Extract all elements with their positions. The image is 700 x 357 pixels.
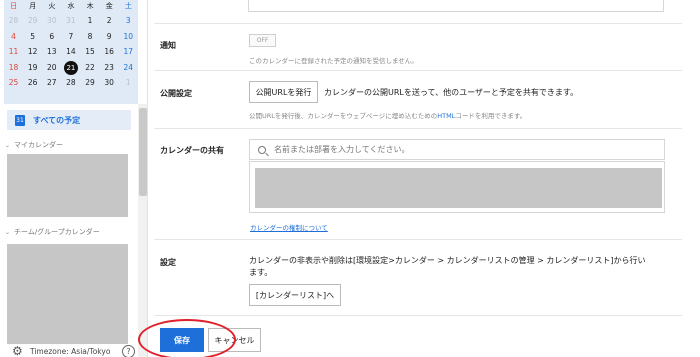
calendar-day[interactable]: 30 [100, 75, 119, 91]
team-calendars-label: チーム/グループカレンダー [14, 228, 100, 236]
calendar-week-row: 28 29 30 31 1 2 3 [4, 13, 138, 29]
calendar-day[interactable]: 5 [23, 29, 42, 45]
calendar-day[interactable]: 16 [100, 44, 119, 60]
calendar-day[interactable]: 17 [119, 44, 138, 60]
calendar-day[interactable]: 28 [4, 13, 23, 29]
divider [154, 128, 682, 129]
timezone-label: Timezone: Asia/Tokyo [30, 347, 111, 356]
calendar-day[interactable]: 8 [81, 29, 100, 45]
notify-description: このカレンダーに登録された予定の通知を受信しません。 [249, 57, 418, 65]
sidebar: 日月火水木金土 28 29 30 31 1 2 3 4 5 6 7 8 9 10 11 12 13 14 15 16 1… [0, 0, 148, 357]
calendar-day[interactable]: 25 [4, 75, 23, 91]
chevron-down-icon: ⌄ [5, 228, 11, 236]
calendar-day[interactable]: 27 [42, 75, 61, 91]
divider [154, 315, 682, 316]
calendar-day[interactable]: 19 [23, 60, 42, 76]
calendar-day[interactable]: 9 [100, 29, 119, 45]
team-calendars-section[interactable]: ⌄ チーム/グループカレンダー [5, 227, 100, 237]
weekday-label: 木 [86, 2, 94, 10]
public-note-text-end: コードを利用できます。 [455, 112, 527, 120]
public-label: 公開設定 [160, 89, 192, 98]
share-list-placeholder [255, 168, 662, 208]
public-note-html: HTML [437, 112, 456, 120]
calendar-icon: 31 [15, 114, 25, 126]
calendar-day[interactable]: 29 [81, 75, 100, 91]
calendar-day[interactable]: 23 [100, 60, 119, 76]
public-note: 公開URLを発行後、カレンダーをウェブページに埋め込むためのHTMLコードを利用… [249, 110, 526, 120]
calendar-permission-link[interactable]: カレンダーの権制について [250, 222, 328, 232]
description-textarea[interactable] [248, 0, 664, 12]
share-list-box [249, 161, 665, 213]
calendar-day[interactable]: 12 [23, 44, 42, 60]
sidebar-scrollbar[interactable] [138, 104, 147, 357]
weekday-label: 月 [29, 2, 37, 10]
notify-label: 通知 [160, 41, 176, 50]
calendar-day[interactable]: 13 [42, 44, 61, 60]
settings-panel: 通知 OFF このカレンダーに登録された予定の通知を受信しません。 公開設定 公… [148, 0, 700, 357]
cancel-button[interactable]: キャンセル [208, 328, 261, 352]
weekday-label: 日 [10, 2, 18, 10]
calendar-day[interactable]: 20 [42, 60, 61, 76]
calendar-day[interactable]: 2 [100, 13, 119, 29]
calendar-day[interactable]: 28 [61, 75, 80, 91]
calendar-day[interactable]: 22 [81, 60, 100, 76]
calendar-day[interactable]: 30 [42, 13, 61, 29]
weekday-label: 土 [124, 2, 132, 10]
config-text-line2: ます。 [249, 268, 273, 277]
my-calendars-label: マイカレンダー [14, 141, 64, 149]
calendar-day[interactable]: 15 [81, 44, 100, 60]
app-root: 日月火水木金土 28 29 30 31 1 2 3 4 5 6 7 8 9 10 11 12 13 14 15 16 1… [0, 0, 700, 357]
calendar-day[interactable]: 31 [61, 13, 80, 29]
calendar-grid: 28 29 30 31 1 2 3 4 5 6 7 8 9 10 11 12 13 14 15 16 17 18 19 20 2… [4, 13, 138, 91]
save-button[interactable]: 保存 [160, 328, 204, 352]
calendar-list-button[interactable]: [カレンダーリスト]へ [249, 284, 341, 306]
my-calendars-list-placeholder [7, 154, 128, 217]
search-icon [258, 145, 266, 154]
share-search-input[interactable] [274, 145, 654, 154]
share-search-box[interactable] [249, 139, 665, 160]
calendar-day[interactable]: 6 [42, 29, 61, 45]
team-calendars-list-placeholder [7, 244, 128, 344]
calendar-day[interactable]: 1 [119, 75, 138, 91]
calendar-day[interactable]: 26 [23, 75, 42, 91]
issue-public-url-button[interactable]: 公開URLを発行 [249, 81, 318, 103]
all-schedules-item[interactable]: 31 すべての予定 [7, 110, 131, 130]
divider [154, 239, 682, 240]
calendar-week-row: 25 26 27 28 29 30 1 [4, 75, 138, 91]
calendar-day[interactable]: 29 [23, 13, 42, 29]
public-description: カレンダーの公開URLを送って、他のユーザーと予定を共有できます。 [324, 88, 579, 97]
divider [154, 23, 682, 24]
calendar-week-row: 18 19 20 21 22 23 24 [4, 60, 138, 76]
calendar-day-today[interactable]: 21 [61, 60, 80, 76]
calendar-day[interactable]: 24 [119, 60, 138, 76]
mini-calendar: 日月火水木金土 28 29 30 31 1 2 3 4 5 6 7 8 9 10 11 12 13 14 15 16 1… [4, 0, 138, 104]
calendar-day[interactable]: 4 [4, 29, 23, 45]
calendar-day[interactable]: 3 [119, 13, 138, 29]
weekday-label: 金 [105, 2, 113, 10]
help-icon[interactable]: ? [122, 345, 135, 357]
chevron-down-icon: ⌄ [5, 141, 11, 149]
calendar-week-row: 11 12 13 14 15 16 17 [4, 44, 138, 60]
weekday-label: 火 [48, 2, 56, 10]
config-text-line1: カレンダーの非表示や削除は[環境設定>カレンダー > カレンダーリストの管理 >… [249, 256, 646, 265]
calendar-week-row: 4 5 6 7 8 9 10 [4, 29, 138, 45]
calendar-weekday-header: 日月火水木金土 [4, 0, 138, 13]
calendar-day[interactable]: 1 [81, 13, 100, 29]
calendar-day[interactable]: 14 [61, 44, 80, 60]
divider [154, 70, 682, 71]
calendar-day[interactable]: 11 [4, 44, 23, 60]
gear-icon[interactable]: ⚙ [12, 345, 23, 357]
all-schedules-label: すべての予定 [33, 115, 81, 125]
notify-toggle[interactable]: OFF [249, 34, 276, 47]
calendar-day[interactable]: 7 [61, 29, 80, 45]
public-note-text: 公開URLを発行後、カレンダーをウェブページに埋め込むための [249, 112, 438, 120]
sidebar-scrollbar-thumb[interactable] [139, 108, 147, 196]
calendar-day[interactable]: 10 [119, 29, 138, 45]
share-label: カレンダーの共有 [160, 146, 224, 155]
config-label: 設定 [160, 258, 176, 267]
my-calendars-section[interactable]: ⌄ マイカレンダー [5, 140, 63, 150]
calendar-day[interactable]: 18 [4, 60, 23, 76]
weekday-label: 水 [67, 2, 75, 10]
